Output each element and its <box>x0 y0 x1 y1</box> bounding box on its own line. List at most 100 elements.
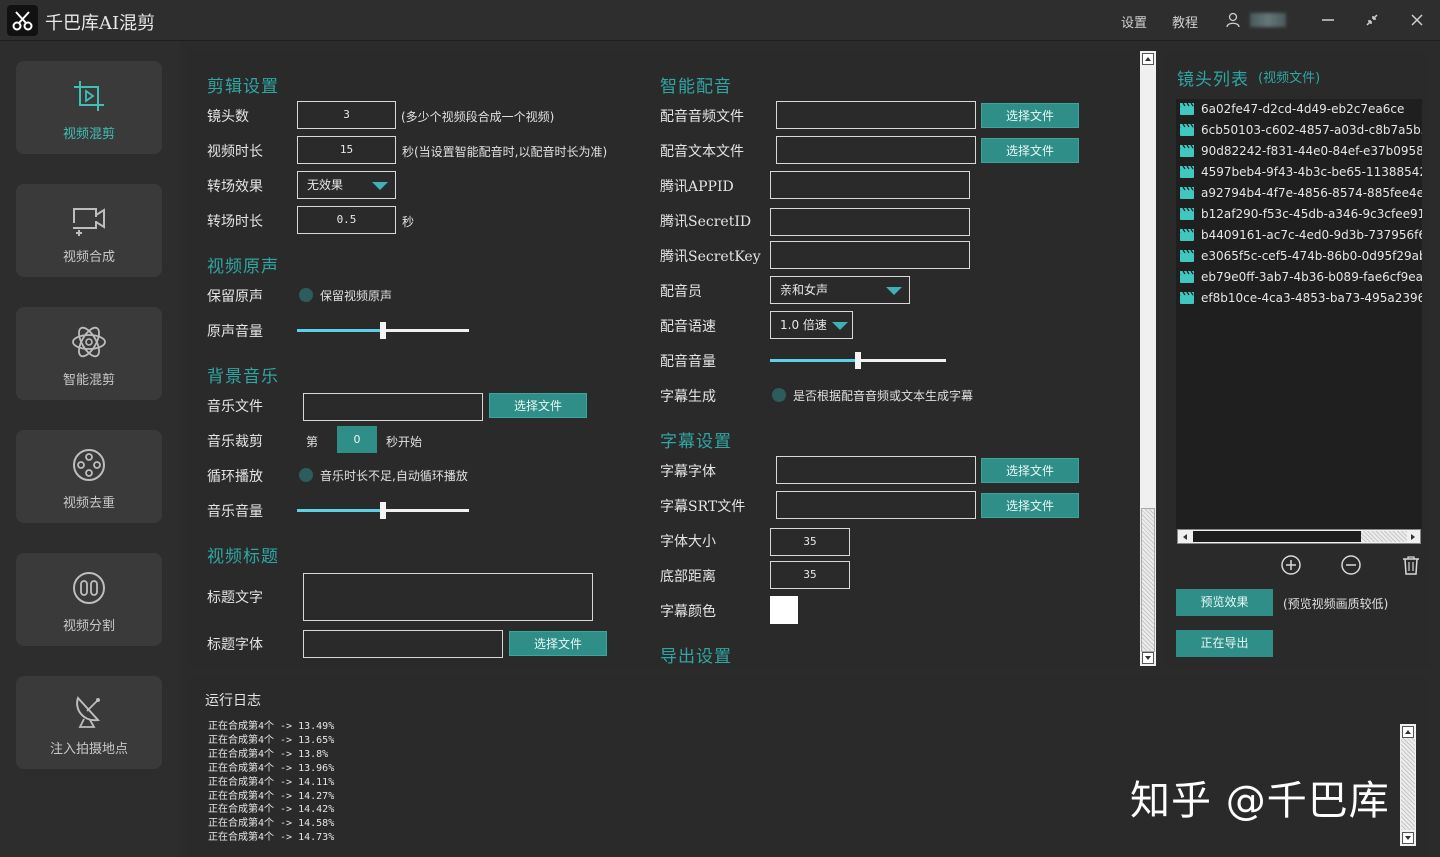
srt-input[interactable] <box>776 491 976 519</box>
subtitle-gen-label: 字幕生成 <box>660 389 716 405</box>
music-volume-label: 音乐音量 <box>207 504 263 520</box>
add-circle-icon[interactable] <box>1280 554 1302 576</box>
shot-list-item[interactable]: eb79e0ff-3ab7-4b36-b089-fae6cf9ea4 <box>1180 270 1422 290</box>
user-icon[interactable] <box>1225 12 1241 28</box>
bottom-distance-input[interactable]: 35 <box>770 561 850 589</box>
section-edit-title: 剪辑设置 <box>207 77 279 97</box>
duration-input[interactable]: 15 <box>297 136 396 164</box>
shot-list-item[interactable]: b4409161-ac7c-4ed0-9d3b-737956f6f <box>1180 228 1422 248</box>
font-size-input[interactable]: 35 <box>770 528 850 556</box>
export-button[interactable]: 正在导出 <box>1176 630 1273 657</box>
secretkey-input[interactable] <box>770 241 970 269</box>
settings-link[interactable]: 设置 <box>1121 12 1147 31</box>
preview-button[interactable]: 预览效果 <box>1176 589 1273 616</box>
sidebar: 视频混剪 视频合成 智能混剪 视频去重 视频分割 注入拍摄地点 <box>0 41 180 857</box>
section-original-audio-title: 视频原声 <box>207 257 279 277</box>
slider-handle[interactable] <box>380 502 386 519</box>
scroll-right-icon[interactable] <box>1407 531 1419 543</box>
scroll-left-icon[interactable] <box>1179 531 1191 543</box>
loop-radio[interactable] <box>299 468 313 482</box>
shots-hscrollbar[interactable] <box>1177 529 1421 544</box>
original-volume-slider[interactable] <box>297 322 469 339</box>
title-font-input[interactable] <box>303 630 503 658</box>
clapperboard-icon <box>1180 186 1194 199</box>
transition-dropdown[interactable]: 无效果 <box>297 171 396 199</box>
shot-list-item[interactable]: ef8b10ce-4ca3-4853-ba73-495a2396f9 <box>1180 291 1422 311</box>
secretid-input[interactable] <box>770 208 970 236</box>
dub-text-input[interactable] <box>776 136 976 164</box>
scroll-up-icon[interactable] <box>1402 726 1414 738</box>
tutorial-link[interactable]: 教程 <box>1172 12 1198 31</box>
music-file-button[interactable]: 选择文件 <box>489 393 587 418</box>
username-blurred[interactable] <box>1250 13 1286 27</box>
title-text-input[interactable] <box>303 573 593 621</box>
sidebar-item-video-compose[interactable]: 视频合成 <box>16 184 162 277</box>
chevron-down-icon <box>886 287 902 295</box>
chevron-down-icon <box>832 322 848 330</box>
dub-text-button[interactable]: 选择文件 <box>981 138 1079 163</box>
slider-handle[interactable] <box>855 352 861 369</box>
trash-icon[interactable] <box>1400 554 1422 576</box>
sidebar-item-video-mix[interactable]: 视频混剪 <box>16 61 162 154</box>
shot-file-name: e3065f5c-cef5-474b-86b0-0d95f29ab6 <box>1201 249 1422 263</box>
music-cut-suffix: 秒开始 <box>386 435 423 449</box>
dub-audio-button[interactable]: 选择文件 <box>981 103 1079 128</box>
speed-value: 1.0 倍速 <box>780 318 827 332</box>
keep-original-radio[interactable] <box>299 288 313 302</box>
srt-button[interactable]: 选择文件 <box>981 493 1079 518</box>
shots-list[interactable]: 6a02fe47-d2cd-4d49-eb2c7ea6ce 6cb50103-c6… <box>1176 99 1422 529</box>
shot-list-item[interactable]: a92794b4-4f7e-4856-8574-885fee4ee <box>1180 186 1422 206</box>
scroll-thumb[interactable] <box>1401 738 1415 830</box>
appid-input[interactable] <box>770 171 970 199</box>
loop-label: 循环播放 <box>207 469 263 485</box>
shot-list-item[interactable]: e3065f5c-cef5-474b-86b0-0d95f29ab6 <box>1180 249 1422 269</box>
clapperboard-icon <box>1180 207 1194 220</box>
slider-fill <box>297 329 383 332</box>
close-icon[interactable] <box>1405 8 1429 32</box>
subtitle-color-swatch[interactable] <box>770 596 798 624</box>
settings-scrollbar[interactable] <box>1140 51 1156 666</box>
music-cut-input[interactable]: 0 <box>337 426 377 453</box>
shot-file-name: ef8b10ce-4ca3-4853-ba73-495a2396f9 <box>1201 291 1422 305</box>
shot-list-item[interactable]: 6cb50103-c602-4857-a03d-c8b7a5b52 <box>1180 123 1422 143</box>
dub-volume-slider[interactable] <box>770 352 946 369</box>
sidebar-item-smart-mix[interactable]: 智能混剪 <box>16 307 162 400</box>
subtitle-font-button[interactable]: 选择文件 <box>981 458 1079 483</box>
shot-list-item[interactable]: 6a02fe47-d2cd-4d49-eb2c7ea6ce <box>1180 102 1404 122</box>
transition-duration-input[interactable]: 0.5 <box>297 206 396 234</box>
music-volume-slider[interactable] <box>297 502 469 519</box>
sidebar-item-label: 视频分割 <box>62 619 115 634</box>
minimize-icon[interactable] <box>1316 8 1340 32</box>
scroll-down-icon[interactable] <box>1142 652 1154 664</box>
sidebar-item-inject-location[interactable]: 注入拍摄地点 <box>16 676 162 769</box>
shots-input[interactable]: 3 <box>297 101 396 129</box>
shots-label: 镜头数 <box>207 109 249 125</box>
log-scrollbar[interactable] <box>1400 724 1416 846</box>
shot-file-name: 6cb50103-c602-4857-a03d-c8b7a5b52 <box>1201 123 1422 137</box>
scroll-thumb[interactable] <box>1141 508 1155 652</box>
clapperboard-icon <box>1180 102 1194 115</box>
restore-icon[interactable] <box>1360 8 1384 32</box>
clapperboard-icon <box>1180 123 1194 136</box>
transition-value: 无效果 <box>307 178 344 192</box>
subtitle-font-input[interactable] <box>776 456 976 484</box>
shot-file-name: a92794b4-4f7e-4856-8574-885fee4ee <box>1201 186 1422 200</box>
shot-list-item[interactable]: b12af290-f53c-45db-a346-9c3cfee91b <box>1180 207 1422 227</box>
scroll-down-icon[interactable] <box>1402 832 1414 844</box>
shots-subtitle: (视频文件) <box>1258 71 1321 86</box>
music-file-input[interactable] <box>303 393 483 421</box>
sidebar-item-split[interactable]: 视频分割 <box>16 553 162 646</box>
shot-list-item[interactable]: 90d82242-f831-44e0-84ef-e37b09583 <box>1180 144 1422 164</box>
voice-dropdown[interactable]: 亲和女声 <box>770 276 910 304</box>
scroll-up-icon[interactable] <box>1142 53 1154 65</box>
slider-handle[interactable] <box>380 322 386 339</box>
remove-circle-icon[interactable] <box>1340 554 1362 576</box>
sidebar-item-dedupe[interactable]: 视频去重 <box>16 430 162 523</box>
dub-audio-input[interactable] <box>776 101 976 129</box>
title-font-button[interactable]: 选择文件 <box>509 631 607 656</box>
hscroll-thumb[interactable] <box>1361 531 1407 542</box>
shot-list-item[interactable]: 4597beb4-9f43-4b3c-be65-113885425 <box>1180 165 1422 185</box>
clapperboard-icon <box>1180 291 1194 304</box>
subtitle-gen-radio[interactable] <box>772 388 786 402</box>
speed-dropdown[interactable]: 1.0 倍速 <box>770 311 853 339</box>
